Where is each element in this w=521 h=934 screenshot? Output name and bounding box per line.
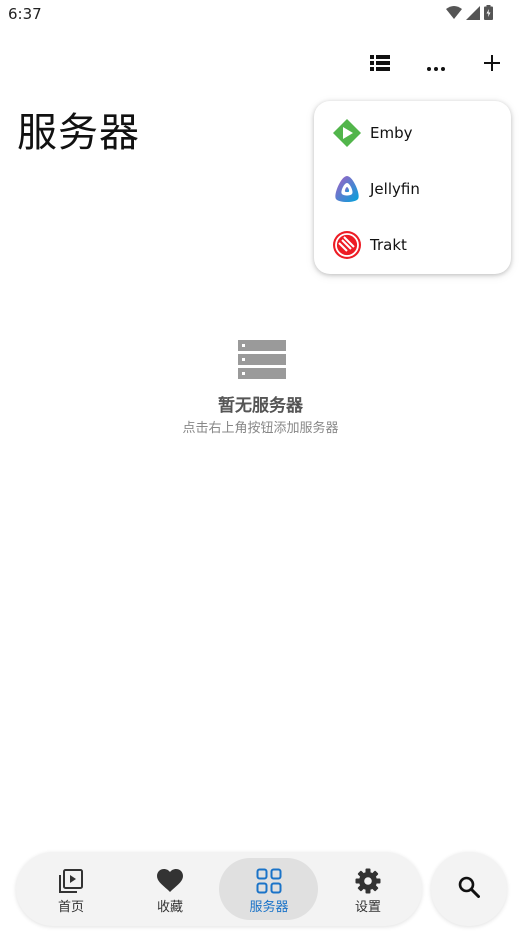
- nav-item-home[interactable]: 首页: [21, 852, 121, 926]
- status-time: 6:37: [8, 5, 42, 23]
- menu-item-label: Trakt: [370, 236, 407, 254]
- nav-item-favorites[interactable]: 收藏: [120, 852, 220, 926]
- list-view-button[interactable]: [365, 50, 395, 80]
- list-icon: [370, 55, 390, 75]
- nav-item-servers[interactable]: 服务器: [219, 852, 319, 926]
- bottom-nav: 首页 收藏 服务器 设置: [16, 852, 422, 926]
- empty-state-subtitle: 点击右上角按钮添加服务器: [182, 421, 339, 436]
- menu-item-trakt[interactable]: Trakt: [314, 217, 511, 273]
- gear-icon: [354, 867, 382, 895]
- nav-label: 服务器: [249, 900, 289, 915]
- menu-item-jellyfin[interactable]: Jellyfin: [314, 161, 511, 217]
- nav-label: 收藏: [156, 900, 183, 915]
- server-stack-icon: [238, 340, 286, 380]
- more-icon: [427, 56, 445, 75]
- empty-state-title: 暂无服务器: [218, 396, 303, 416]
- nav-label: 首页: [57, 900, 84, 915]
- more-options-button[interactable]: [421, 50, 451, 80]
- battery-icon: [484, 5, 493, 20]
- menu-item-label: Jellyfin: [370, 180, 420, 198]
- page-title: 服务器: [17, 110, 140, 156]
- search-button[interactable]: [431, 852, 507, 926]
- add-server-menu: Emby Jellyfin Trakt: [314, 101, 511, 274]
- jellyfin-icon: [332, 174, 362, 204]
- menu-item-emby[interactable]: Emby: [314, 105, 511, 161]
- status-bar: 6:37: [0, 0, 521, 28]
- grid-icon: [255, 867, 283, 895]
- add-icon: [484, 55, 500, 75]
- nav-label: 设置: [354, 900, 381, 915]
- emby-icon: [332, 118, 362, 148]
- wifi-icon: [446, 5, 462, 20]
- heart-icon: [156, 867, 184, 895]
- status-icons: [446, 5, 493, 20]
- menu-item-label: Emby: [370, 124, 413, 142]
- nav-item-settings[interactable]: 设置: [318, 852, 418, 926]
- add-server-button[interactable]: [477, 50, 507, 80]
- search-icon: [458, 876, 480, 902]
- trakt-icon: [332, 230, 362, 260]
- cellular-signal-icon: [466, 5, 480, 20]
- play-library-icon: [57, 867, 85, 895]
